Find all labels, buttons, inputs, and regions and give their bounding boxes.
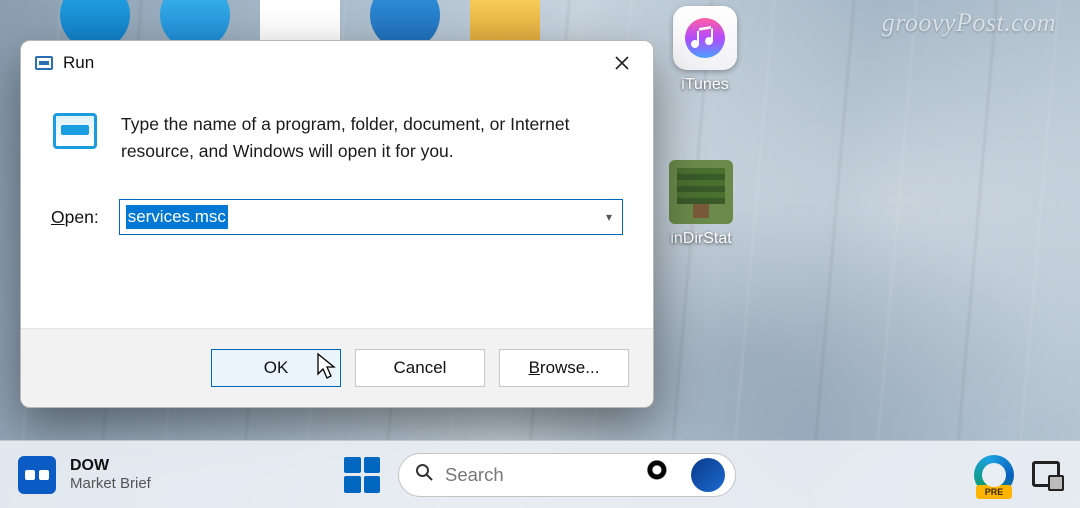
itunes-icon — [673, 6, 737, 70]
run-titlebar[interactable]: Run — [21, 41, 653, 85]
search-placeholder: Search — [445, 464, 633, 486]
search-highlight-icon[interactable] — [645, 458, 679, 492]
open-combobox[interactable]: services.msc ▾ — [119, 199, 623, 235]
desktop-icon-windirstat[interactable]: inDirStat — [656, 160, 746, 248]
edge-preview-button[interactable]: PRE — [974, 455, 1014, 495]
run-description: Type the name of a program, folder, docu… — [121, 111, 623, 165]
widgets-icon — [18, 456, 56, 494]
open-input-value[interactable]: services.msc — [126, 205, 228, 229]
cancel-button[interactable]: Cancel — [355, 349, 485, 387]
taskbar: DOW Market Brief Search PRE — [0, 440, 1080, 508]
run-titlebar-icon — [35, 56, 53, 70]
taskbar-search[interactable]: Search — [398, 453, 736, 497]
run-button-row: OK Cancel Browse... — [21, 328, 653, 407]
close-icon — [615, 56, 629, 70]
widget-title: DOW — [70, 457, 151, 475]
run-program-icon — [51, 111, 99, 151]
run-dialog: Run Type the name of a program, folder, … — [20, 40, 654, 408]
task-view-button[interactable] — [1032, 461, 1062, 489]
ok-button[interactable]: OK — [211, 349, 341, 387]
search-highlight-icon[interactable] — [691, 458, 725, 492]
desktop-icon-itunes[interactable]: iTunes — [660, 6, 750, 94]
widget-subtitle: Market Brief — [70, 475, 151, 492]
run-title: Run — [63, 53, 599, 73]
browse-button[interactable]: Browse... — [499, 349, 629, 387]
windirstat-icon — [669, 160, 733, 224]
search-icon — [415, 463, 433, 486]
open-label: Open: — [51, 207, 99, 228]
desktop-icon-label: inDirStat — [656, 230, 746, 248]
pre-badge: PRE — [976, 485, 1012, 499]
start-button[interactable] — [344, 457, 380, 493]
chevron-down-icon[interactable]: ▾ — [606, 210, 612, 224]
desktop-icon-label: iTunes — [660, 76, 750, 94]
watermark-text: groovyPost.com — [882, 8, 1056, 38]
widgets-button[interactable]: DOW Market Brief — [18, 456, 151, 494]
close-button[interactable] — [599, 47, 645, 79]
